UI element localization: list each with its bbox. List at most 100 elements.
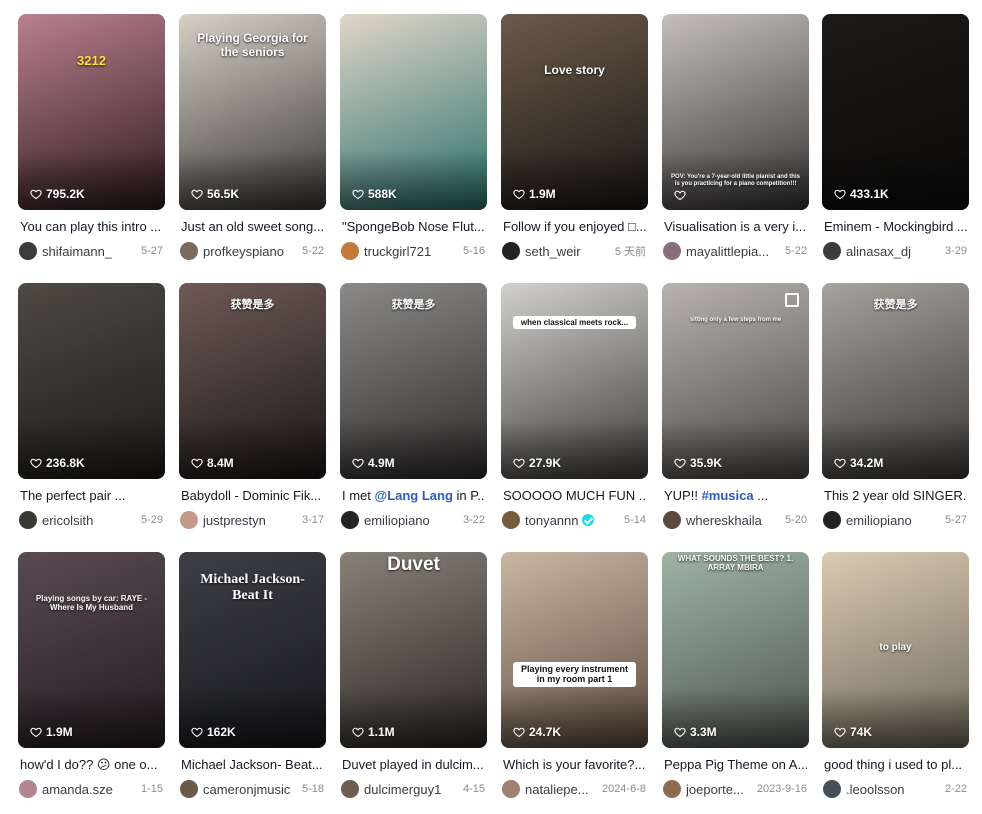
video-thumbnail[interactable]: Playing every instrument in my room part… [501, 552, 648, 748]
video-thumbnail[interactable]: 236.8K [18, 283, 165, 479]
video-description[interactable]: Eminem - Mockingbird ... [824, 218, 967, 236]
video-description[interactable]: "SpongeBob Nose Flut... [342, 218, 485, 236]
video-card[interactable]: Michael Jackson- Beat It 162K Michael Jack… [179, 552, 326, 814]
description-tag-link[interactable]: @Lang Lang [375, 488, 453, 503]
username-link[interactable]: tonyannn [525, 513, 579, 528]
avatar[interactable] [341, 511, 359, 529]
video-card[interactable]: Playing songs by car: RAYE - Where Is My… [18, 552, 165, 814]
avatar[interactable] [341, 242, 359, 260]
username-link[interactable]: cameronjmusic [203, 782, 290, 797]
avatar[interactable] [19, 242, 37, 260]
video-card[interactable]: when classical meets rock... 27.9K SOOOOO … [501, 283, 648, 545]
username-link[interactable]: seth_weir [525, 244, 581, 259]
username-link[interactable]: alinasax_dj [846, 244, 911, 259]
video-description[interactable]: Michael Jackson- Beat... [181, 756, 324, 774]
username-link[interactable]: whereskhaila [686, 513, 762, 528]
video-card[interactable]: sitting only a few steps from me 35.9K YUP… [662, 283, 809, 545]
video-card[interactable]: POV: You're a 7-year-old little pianist … [662, 14, 809, 276]
video-card[interactable]: Duvet 1.1M Duvet played in dulcim... dulcim… [340, 552, 487, 814]
username-link[interactable]: truckgirl721 [364, 244, 431, 259]
username-link[interactable]: shifaimann_ [42, 244, 112, 259]
avatar[interactable] [502, 242, 520, 260]
video-card[interactable]: WHAT SOUNDS THE BEST? 1. ARRAY MBIRA 3.3M… [662, 552, 809, 814]
like-count-value: 795.2K [46, 187, 85, 201]
video-card[interactable]: 3212 795.2K You can play this intro ... shi… [18, 14, 165, 276]
avatar[interactable] [180, 511, 198, 529]
video-thumbnail[interactable]: 3212 795.2K [18, 14, 165, 210]
video-thumbnail[interactable]: Love story 1.9M [501, 14, 648, 210]
video-description[interactable]: This 2 year old SINGER... [824, 487, 967, 505]
thumbnail-caption: WHAT SOUNDS THE BEST? 1. ARRAY MBIRA [677, 554, 794, 573]
video-thumbnail[interactable]: 获赞是多 34.2M [822, 283, 969, 479]
avatar[interactable] [663, 242, 681, 260]
username-link[interactable]: nataliepe... [525, 782, 589, 797]
video-card[interactable]: 588K "SpongeBob Nose Flut... truckgirl721 5… [340, 14, 487, 276]
video-card[interactable]: 433.1K Eminem - Mockingbird ... alinasax_d… [822, 14, 969, 276]
video-card[interactable]: Love story 1.9M Follow if you enjoyed □...… [501, 14, 648, 276]
avatar[interactable] [823, 511, 841, 529]
video-card[interactable]: 获赞是多 34.2M This 2 year old SINGER... emilio… [822, 283, 969, 545]
avatar[interactable] [341, 780, 359, 798]
video-card[interactable]: 236.8K The perfect pair ... ericolsith 5-29 [18, 283, 165, 545]
description-text: "SpongeBob Nose Flut... [342, 219, 485, 234]
username-link[interactable]: joeporte... [686, 782, 744, 797]
video-description[interactable]: The perfect pair ... [20, 487, 163, 505]
video-description[interactable]: Just an old sweet song... [181, 218, 324, 236]
video-description[interactable]: Peppa Pig Theme on A... [664, 756, 807, 774]
video-thumbnail[interactable]: Duvet 1.1M [340, 552, 487, 748]
avatar[interactable] [19, 780, 37, 798]
thumbnail-caption: POV: You're a 7-year-old little pianist … [671, 174, 800, 187]
video-description[interactable]: Visualisation is a very i... [664, 218, 807, 236]
username-link[interactable]: mayalittlepia... [686, 244, 769, 259]
video-thumbnail[interactable]: 获赞是多 8.4M [179, 283, 326, 479]
video-description[interactable]: Which is your favorite?... [503, 756, 646, 774]
video-thumbnail[interactable]: Michael Jackson- Beat It 162K [179, 552, 326, 748]
video-thumbnail[interactable]: POV: You're a 7-year-old little pianist … [662, 14, 809, 210]
video-description[interactable]: I met @Lang Lang in P... [342, 487, 485, 505]
video-card[interactable]: 获赞是多 8.4M Babydoll - Dominic Fik... justpre… [179, 283, 326, 545]
video-description[interactable]: SOOOOO MUCH FUN ... [503, 487, 646, 505]
thumbnail-shade [501, 419, 648, 479]
video-thumbnail[interactable]: 588K [340, 14, 487, 210]
video-description[interactable]: Follow if you enjoyed □... [503, 218, 646, 236]
video-thumbnail[interactable]: sitting only a few steps from me 35.9K [662, 283, 809, 479]
video-thumbnail[interactable]: when classical meets rock... 27.9K [501, 283, 648, 479]
video-thumbnail[interactable]: to play 74K [822, 552, 969, 748]
video-thumbnail[interactable]: Playing songs by car: RAYE - Where Is My… [18, 552, 165, 748]
video-card[interactable]: Playing Georgia for the seniors 56.5K Just… [179, 14, 326, 276]
video-thumbnail[interactable]: 433.1K [822, 14, 969, 210]
username-link[interactable]: justprestyn [203, 513, 266, 528]
username-link[interactable]: ericolsith [42, 513, 93, 528]
post-date: 5-18 [301, 783, 324, 795]
username-link[interactable]: dulcimerguy1 [364, 782, 441, 797]
avatar[interactable] [823, 780, 841, 798]
like-count-value: 1.9M [529, 187, 556, 201]
username-link[interactable]: .leoolsson [846, 782, 905, 797]
description-tag-link[interactable]: #musica [702, 488, 754, 503]
avatar[interactable] [19, 511, 37, 529]
video-card[interactable]: Playing every instrument in my room part… [501, 552, 648, 814]
video-description[interactable]: You can play this intro ... [20, 218, 163, 236]
avatar[interactable] [502, 511, 520, 529]
avatar[interactable] [663, 780, 681, 798]
avatar[interactable] [180, 780, 198, 798]
username-link[interactable]: emiliopiano [846, 513, 912, 528]
username-link[interactable]: amanda.sze [42, 782, 113, 797]
avatar[interactable] [502, 780, 520, 798]
video-thumbnail[interactable]: 获赞是多 4.9M [340, 283, 487, 479]
username-link[interactable]: profkeyspiano [203, 244, 284, 259]
avatar[interactable] [663, 511, 681, 529]
video-card[interactable]: to play 74K good thing i used to pl... .leo… [822, 552, 969, 814]
avatar[interactable] [180, 242, 198, 260]
avatar[interactable] [823, 242, 841, 260]
video-description[interactable]: YUP!! #musica ... [664, 487, 807, 505]
video-description[interactable]: how'd I do?? 😕 one o... [20, 756, 163, 774]
video-description[interactable]: good thing i used to pl... [824, 756, 967, 774]
username-link[interactable]: emiliopiano [364, 513, 430, 528]
video-thumbnail[interactable]: Playing Georgia for the seniors 56.5K [179, 14, 326, 210]
video-description[interactable]: Duvet played in dulcim... [342, 756, 485, 774]
video-thumbnail[interactable]: WHAT SOUNDS THE BEST? 1. ARRAY MBIRA 3.3M [662, 552, 809, 748]
video-description[interactable]: Babydoll - Dominic Fik... [181, 487, 324, 505]
like-count-value: 74K [850, 725, 873, 739]
video-card[interactable]: 获赞是多 4.9M I met @Lang Lang in P... emiliopi… [340, 283, 487, 545]
